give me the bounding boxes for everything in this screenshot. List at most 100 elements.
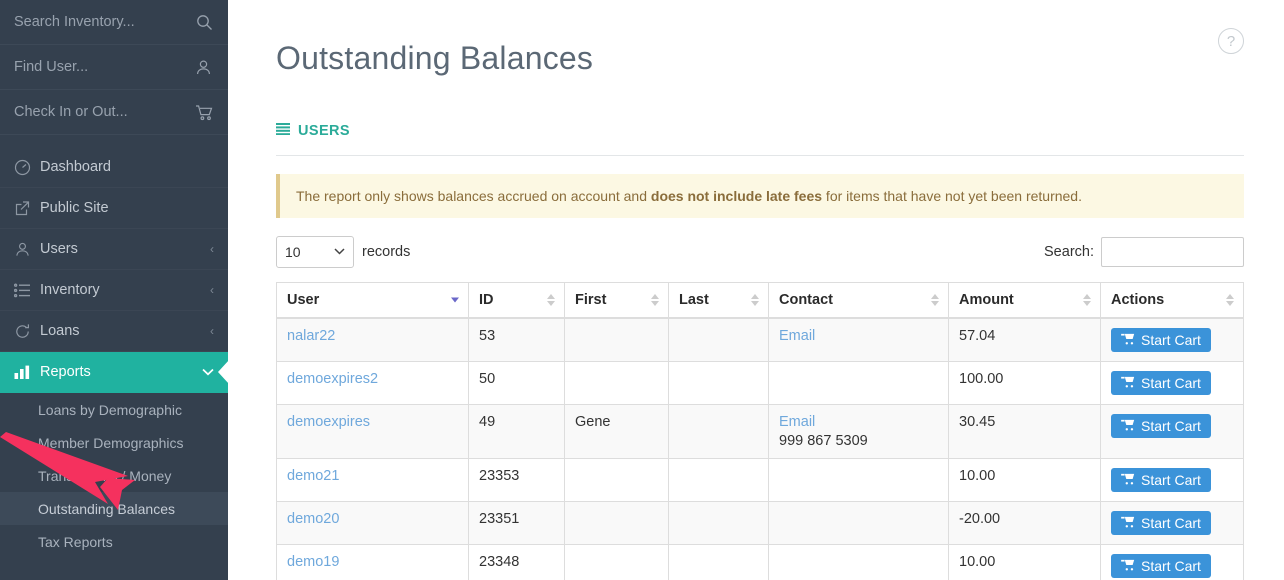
page-length-value: 10: [285, 243, 301, 260]
sidebar-subitem-label: Loans by Demographic: [38, 401, 182, 418]
chevron-left-icon: ‹: [210, 242, 214, 256]
start-cart-label: Start Cart: [1141, 557, 1201, 574]
sidebar-item-users[interactable]: Users ‹: [0, 229, 228, 270]
user-search-icon: [194, 57, 214, 77]
cart-icon: [1121, 515, 1135, 531]
email-link[interactable]: Email: [779, 414, 938, 430]
check-in-out-field[interactable]: Check In or Out...: [0, 90, 228, 135]
start-cart-button[interactable]: Start Cart: [1111, 553, 1211, 578]
table-head: User ID First Last Contact Amount Action…: [276, 281, 1244, 319]
cell-last: [668, 403, 769, 459]
sidebar-item-reports[interactable]: Reports: [0, 352, 228, 393]
help-circle-icon[interactable]: ?: [1218, 28, 1244, 54]
cell-first: Gene: [564, 403, 669, 459]
sort-icon: [751, 293, 759, 306]
cell-id: 23348: [468, 543, 565, 580]
list-icon: [14, 283, 40, 298]
cell-contact: [768, 457, 949, 502]
cart-icon: [1121, 558, 1135, 574]
table-body: nalar22 53 Email 57.04 Start Cart demoexpires…: [276, 317, 1244, 580]
column-header-contact[interactable]: Contact: [768, 281, 949, 319]
alert-text-bold: does not include late fees: [650, 187, 823, 204]
sidebar-subitem-transactions-money[interactable]: Transactions / Money: [0, 459, 228, 492]
search-icon: [194, 12, 214, 32]
start-cart-label: Start Cart: [1141, 471, 1201, 488]
user-link[interactable]: demo21: [287, 468, 339, 484]
records-label: records: [362, 243, 411, 260]
table-row: demoexpires 49 Gene Email 999 867 5309 30.45 S…: [276, 403, 1244, 459]
list-icon: [276, 122, 290, 139]
column-header-first[interactable]: First: [564, 281, 669, 319]
cell-id: 23353: [468, 457, 565, 502]
sidebar-item-loans[interactable]: Loans ‹: [0, 311, 228, 352]
start-cart-button[interactable]: Start Cart: [1111, 327, 1211, 352]
table-search-control: Search:: [1044, 236, 1244, 267]
cell-actions: Start Cart: [1100, 403, 1244, 459]
page-title: Outstanding Balances: [276, 40, 594, 77]
column-header-amount[interactable]: Amount: [948, 281, 1101, 319]
email-link[interactable]: Email: [779, 328, 938, 344]
column-header-actions[interactable]: Actions: [1100, 281, 1244, 319]
cell-user: demo21: [276, 457, 469, 502]
cell-actions: Start Cart: [1100, 500, 1244, 545]
cell-last: [668, 543, 769, 580]
section-divider: [276, 154, 1244, 156]
info-alert: The report only shows balances accrued o…: [276, 173, 1244, 218]
sidebar-subitem-outstanding-balances[interactable]: Outstanding Balances: [0, 492, 228, 525]
sidebar-subitem-label: Member Demographics: [38, 434, 184, 451]
sort-icon: [1083, 293, 1091, 306]
user-link[interactable]: demoexpires2: [287, 371, 378, 387]
table-row: demoexpires2 50 100.00 Start Cart: [276, 360, 1244, 405]
column-header-user[interactable]: User: [276, 281, 469, 319]
user-link[interactable]: demo19: [287, 554, 339, 570]
cell-id: 49: [468, 403, 565, 459]
section-title: USERS: [298, 122, 350, 139]
sort-icon: [547, 293, 555, 306]
start-cart-label: Start Cart: [1141, 331, 1201, 348]
cell-actions: Start Cart: [1100, 457, 1244, 502]
sort-desc-icon: [451, 297, 459, 303]
cell-user: demoexpires2: [276, 360, 469, 405]
cell-actions: Start Cart: [1100, 543, 1244, 580]
sidebar-item-inventory[interactable]: Inventory ‹: [0, 270, 228, 311]
user-link[interactable]: nalar22: [287, 328, 335, 344]
cart-icon: [194, 102, 214, 122]
sidebar-item-dashboard[interactable]: Dashboard: [0, 147, 228, 188]
chevron-left-icon: ‹: [210, 324, 214, 338]
column-label: Contact: [779, 291, 833, 308]
cell-first: [564, 543, 669, 580]
sidebar-subitem-member-demographics[interactable]: Member Demographics: [0, 426, 228, 459]
table-row: demo19 23348 10.00 Start Cart: [276, 543, 1244, 580]
page-length-select[interactable]: 10: [276, 235, 354, 268]
column-label: Amount: [959, 291, 1014, 308]
start-cart-button[interactable]: Start Cart: [1111, 467, 1211, 492]
user-link[interactable]: demoexpires: [287, 414, 370, 430]
start-cart-label: Start Cart: [1141, 417, 1201, 434]
find-user-field[interactable]: Find User...: [0, 45, 228, 90]
start-cart-button[interactable]: Start Cart: [1111, 370, 1211, 395]
cell-actions: Start Cart: [1100, 360, 1244, 405]
sidebar-item-label: Loans: [40, 323, 80, 339]
sidebar-subitem-label: Tax Reports: [38, 533, 113, 550]
sidebar-subitem-tax-reports[interactable]: Tax Reports: [0, 525, 228, 558]
sidebar-subitem-label: Outstanding Balances: [38, 500, 175, 517]
cell-amount: 10.00: [948, 457, 1101, 502]
cell-amount: -20.00: [948, 500, 1101, 545]
start-cart-button[interactable]: Start Cart: [1111, 510, 1211, 535]
table-search-input[interactable]: [1101, 236, 1244, 267]
sidebar-subitem-loans-by-demographic[interactable]: Loans by Demographic: [0, 393, 228, 426]
sort-icon: [651, 293, 659, 306]
column-header-last[interactable]: Last: [668, 281, 769, 319]
cell-amount: 100.00: [948, 360, 1101, 405]
start-cart-label: Start Cart: [1141, 514, 1201, 531]
cell-last: [668, 317, 769, 362]
column-header-id[interactable]: ID: [468, 281, 565, 319]
alert-text-before: The report only shows balances accrued o…: [296, 187, 651, 204]
column-label: ID: [479, 291, 494, 308]
sidebar-item-public-site[interactable]: Public Site: [0, 188, 228, 229]
start-cart-button[interactable]: Start Cart: [1111, 413, 1211, 438]
user-link[interactable]: demo20: [287, 511, 339, 527]
cell-amount: 57.04: [948, 317, 1101, 362]
search-inventory-field[interactable]: Search Inventory...: [0, 0, 228, 45]
cell-user: demo19: [276, 543, 469, 580]
